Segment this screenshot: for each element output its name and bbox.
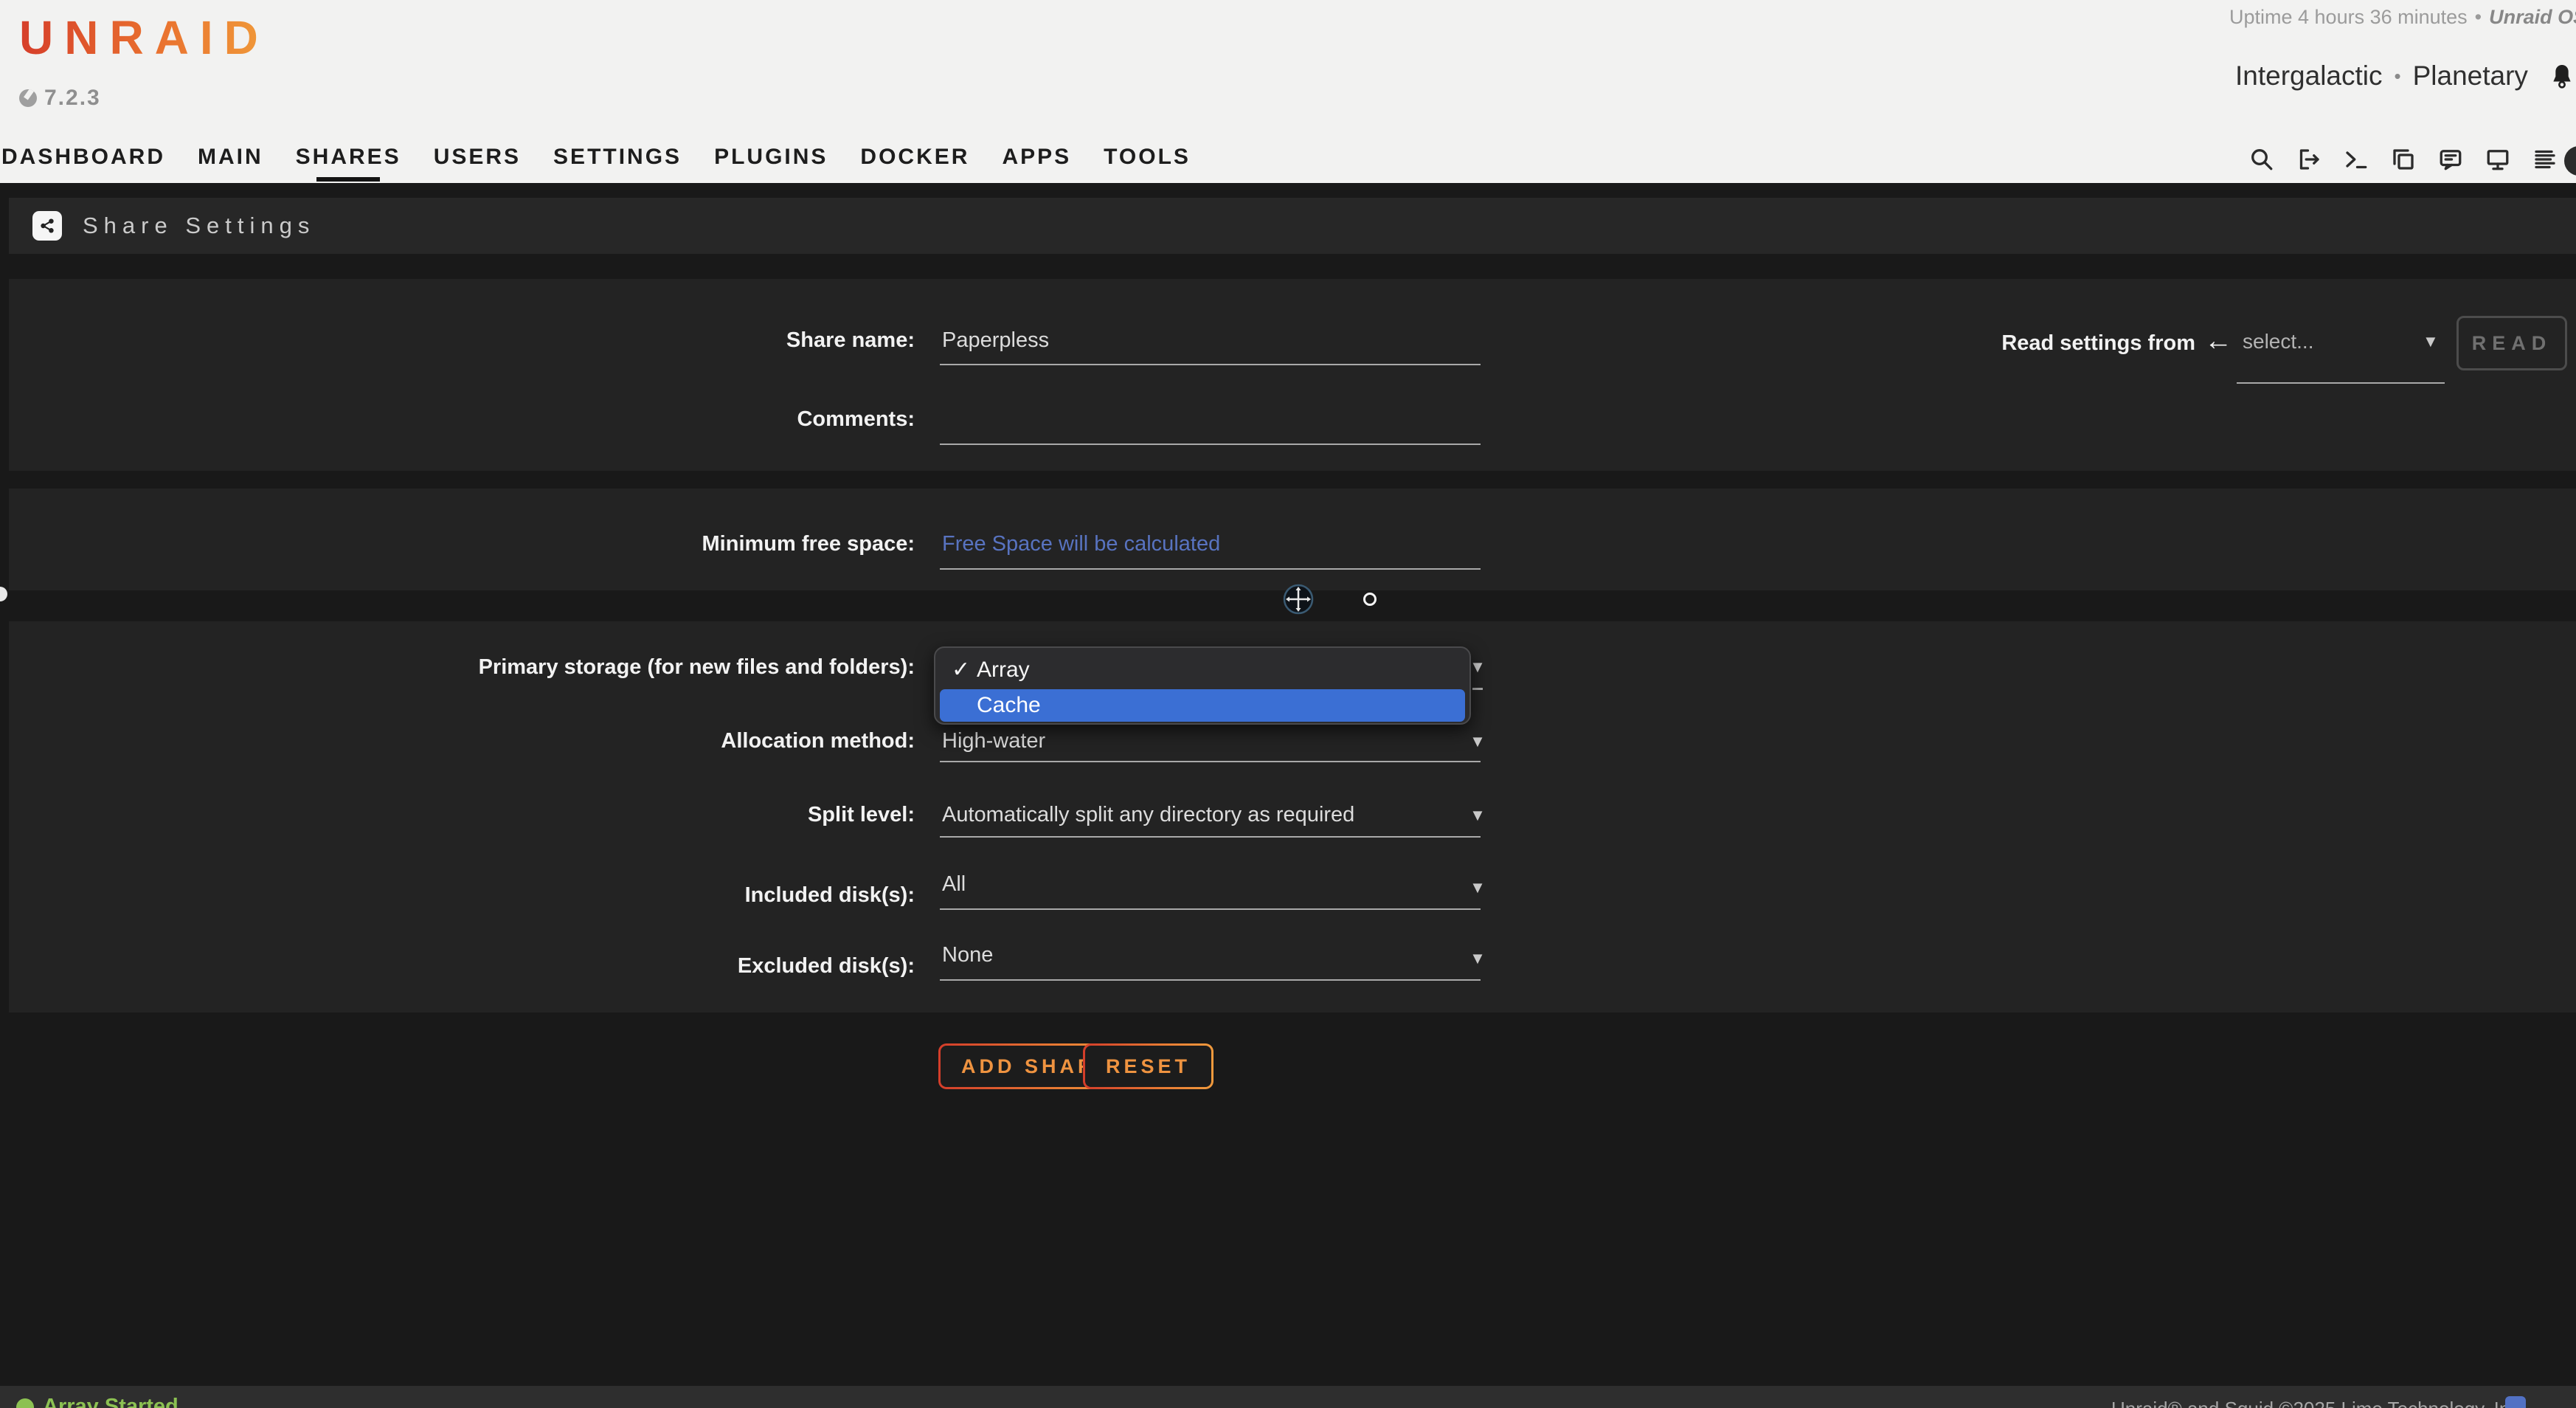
unraid-webgui: UNRAID 7.2.3 Uptime 4 hours 36 minutes•U… [0,0,2576,1408]
excluded-disks-chevron-icon[interactable]: ▼ [1467,948,1489,970]
copy-icon[interactable] [2390,146,2417,173]
avatar-icon[interactable] [2564,146,2576,176]
nav-item-users[interactable]: USERS [434,145,521,177]
click-marker-circle [1363,593,1377,606]
excluded-disks-underline [940,979,1481,981]
nav-item-apps[interactable]: APPS [1002,145,1071,177]
comments-underline [940,444,1481,445]
server-separator: • [2383,65,2413,88]
included-disks-underline [940,908,1481,910]
version-dot-icon [19,89,37,107]
share-network-icon [32,211,62,241]
min-free-space-input[interactable]: Free Space will be calculated [942,529,1473,559]
primary-storage-label: Primary storage (for new files and folde… [0,652,915,682]
array-status-text: Array Started [43,1395,179,1408]
comments-input[interactable] [942,404,1473,434]
primary-storage-underline [1472,688,1483,690]
display-icon[interactable] [2485,146,2511,173]
check-icon: ✓ [952,654,977,686]
nav-item-shares[interactable]: SHARES [296,145,401,177]
included-disks-chevron-icon[interactable]: ▼ [1467,877,1489,899]
crosshair-cursor-icon [1282,583,1315,615]
reset-button[interactable]: RESET [1083,1043,1213,1089]
read-settings-underline [2237,382,2445,384]
included-disks-label: Included disk(s): [0,880,915,910]
unraid-logo[interactable]: UNRAID [19,10,269,65]
version-badge: 7.2.3 [19,86,101,111]
excluded-disks-label: Excluded disk(s): [0,951,915,981]
primary-storage-dropdown-menu: ✓Array Cache [934,646,1471,725]
allocation-method-label: Allocation method: [0,726,915,756]
nav-utility-icons [2248,146,2558,173]
status-dot-icon [16,1398,34,1408]
search-icon[interactable] [2248,146,2275,173]
server-description: Planetary [2413,61,2528,92]
server-name: Intergalactic [2235,61,2383,92]
split-level-select[interactable]: Automatically split any directory as req… [942,800,1473,829]
edge-dot [0,587,7,601]
comments-label: Comments: [0,404,915,434]
notification-bell-icon[interactable] [2547,61,2576,91]
server-identity: Intergalactic • Planetary [2235,61,2576,92]
share-name-underline [940,364,1481,365]
log-icon[interactable] [2532,146,2558,173]
array-status: Array Started [16,1395,179,1408]
nav-item-settings[interactable]: SETTINGS [553,145,682,177]
allocation-method-select[interactable]: High-water [942,726,1473,756]
logout-icon[interactable] [2296,146,2322,173]
nav-items: DASHBOARD MAIN SHARES USERS SETTINGS PLU… [1,145,1191,177]
nav-item-plugins[interactable]: PLUGINS [714,145,828,177]
min-free-space-label: Minimum free space: [0,529,915,559]
split-level-chevron-icon[interactable]: ▼ [1467,804,1489,826]
panel-share-identity [9,279,2576,471]
allocation-underline [940,761,1481,762]
share-name-label: Share name: [0,325,915,355]
terminal-icon[interactable] [2343,146,2369,173]
chevron-down-icon[interactable]: ▼ [2423,332,2439,351]
footer-forum-icon[interactable] [2505,1396,2526,1408]
split-level-underline [940,836,1481,838]
nav-item-tools[interactable]: TOOLS [1104,145,1191,177]
split-level-label: Split level: [0,800,915,829]
dropdown-option-array[interactable]: ✓Array [935,654,1469,686]
allocation-chevron-icon[interactable]: ▼ [1467,731,1489,753]
uptime-separator: • [2468,6,2489,28]
page-title: Share Settings [83,213,315,239]
included-disks-select[interactable]: All [942,869,1473,899]
min-free-space-underline [940,568,1481,570]
read-button[interactable]: READ [2456,316,2567,370]
feedback-icon[interactable] [2437,146,2464,173]
main-navbar: DASHBOARD MAIN SHARES USERS SETTINGS PLU… [0,145,2576,183]
arrow-left-icon: ← [2204,325,2232,357]
nav-item-dashboard[interactable]: DASHBOARD [1,145,165,177]
uptime-line: Uptime 4 hours 36 minutes•Unraid OS Star… [2229,6,2576,29]
excluded-disks-select[interactable]: None [942,940,1473,970]
dropdown-option-cache[interactable]: Cache [940,689,1465,722]
read-settings-label: Read settings from [1888,328,2195,358]
share-name-input[interactable]: Paperpless [942,325,1473,355]
page-title-bar: Share Settings [9,198,2576,254]
nav-item-main[interactable]: MAIN [198,145,263,177]
nav-item-docker[interactable]: DOCKER [860,145,969,177]
version-label: 7.2.3 [44,86,101,111]
os-edition-label: Unraid OS Starter [2489,6,2576,28]
read-settings-select[interactable]: select... [2243,330,2313,353]
uptime-text: Uptime 4 hours 36 minutes [2229,6,2468,28]
footer-copyright: Unraid® and Squid ©2025 Lime Technology,… [2111,1398,2525,1408]
